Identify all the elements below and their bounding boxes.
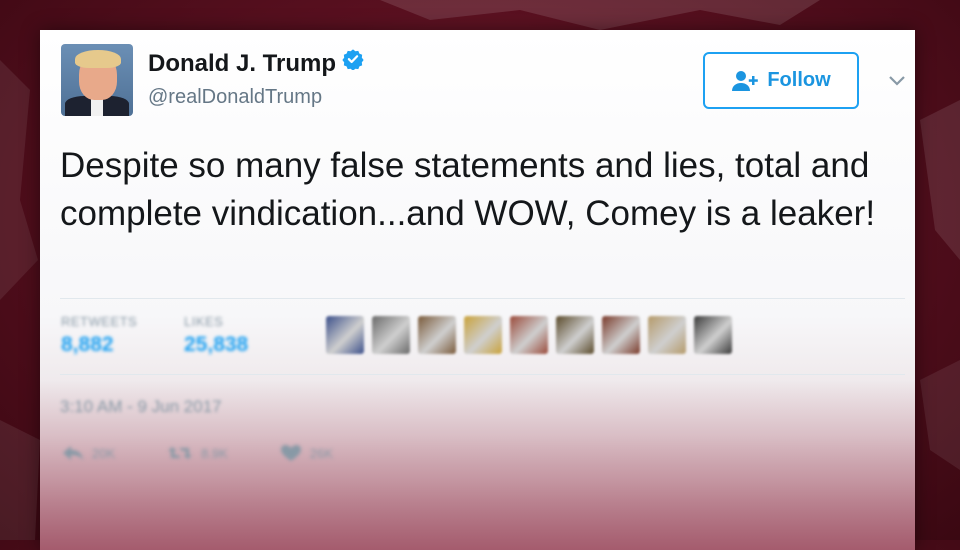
avatar-shirt <box>91 98 103 116</box>
retweets-count: 8,882 <box>61 333 114 356</box>
tweet-actions: 20K 8.9K 26K <box>62 444 333 462</box>
follow-button[interactable]: Follow <box>703 52 859 109</box>
liker-avatar[interactable] <box>464 316 502 354</box>
follow-label: Follow <box>767 69 831 91</box>
author-handle[interactable]: @realDonaldTrump <box>148 86 322 109</box>
retweets-stat[interactable]: RETWEETS 8,882 <box>61 314 137 357</box>
like-count: 26K <box>309 445 334 461</box>
divider-top <box>60 298 905 299</box>
like-action[interactable]: 26K <box>280 444 333 462</box>
liker-avatar[interactable] <box>418 316 456 354</box>
tweet-card: Donald J. Trump @realDonaldTrump Follow … <box>40 30 915 550</box>
liker-avatar[interactable] <box>694 316 732 354</box>
tweet-text: Despite so many false statements and lie… <box>60 146 876 233</box>
author-name-row[interactable]: Donald J. Trump <box>148 48 364 78</box>
liker-avatar[interactable] <box>648 316 686 354</box>
divider-bottom <box>60 374 905 375</box>
liker-avatar[interactable] <box>510 316 548 354</box>
tweet-timestamp[interactable]: 3:10 AM - 9 Jun 2017 <box>60 397 222 417</box>
add-user-icon <box>732 70 759 91</box>
author-name[interactable]: Donald J. Trump <box>148 50 336 77</box>
avatar-hair <box>75 50 121 68</box>
author-avatar[interactable] <box>61 44 133 116</box>
reply-icon <box>63 446 83 460</box>
likes-stat[interactable]: LIKES 25,838 <box>184 314 248 357</box>
liker-avatar[interactable] <box>602 316 640 354</box>
retweets-label: RETWEETS <box>61 314 138 329</box>
likes-count: 25,838 <box>184 333 249 356</box>
verified-badge-icon <box>342 48 364 77</box>
chevron-down-icon[interactable] <box>888 74 906 92</box>
reply-action[interactable]: 20K <box>62 444 115 462</box>
retweet-action[interactable]: 8.9K <box>167 444 228 462</box>
liker-avatars <box>326 316 732 354</box>
reply-count: 20K <box>92 445 116 461</box>
retweet-icon <box>168 447 193 459</box>
heart-icon <box>280 445 301 461</box>
liker-avatar[interactable] <box>556 316 594 354</box>
retweet-count: 8.9K <box>201 445 228 461</box>
liker-avatar[interactable] <box>372 316 410 354</box>
liker-avatar[interactable] <box>326 316 364 354</box>
likes-label: LIKES <box>184 314 224 329</box>
